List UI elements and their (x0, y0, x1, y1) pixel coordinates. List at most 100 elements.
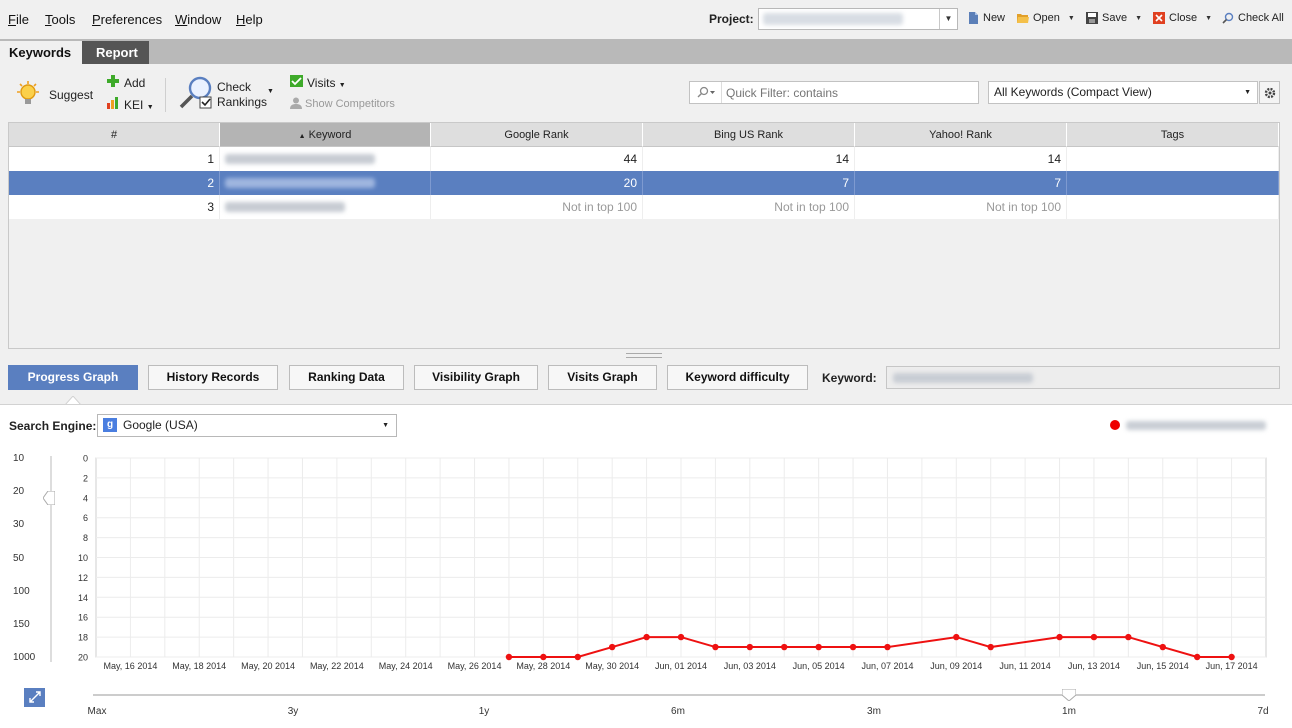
tab-visits-graph[interactable]: Visits Graph (548, 365, 657, 390)
check-label[interactable]: Check (217, 80, 251, 94)
range-label[interactable]: Max (88, 706, 107, 717)
y-tick-label: 8 (83, 533, 88, 543)
x-tick-label: Jun, 09 2014 (930, 661, 982, 671)
x-tick-label: Jun, 07 2014 (861, 661, 913, 671)
x-tick-label: Jun, 15 2014 (1137, 661, 1189, 671)
yahoo-rank-cell: 7 (855, 171, 1067, 195)
project-select[interactable]: ▼ (758, 8, 958, 30)
tab-visibility-graph[interactable]: Visibility Graph (414, 365, 538, 390)
range-label[interactable]: 1y (479, 706, 490, 717)
chevron-down-icon: ▼ (1244, 89, 1251, 96)
project-name-redacted (763, 13, 903, 25)
zoom-scale-label: 10 (13, 453, 25, 464)
gear-icon (1264, 87, 1276, 99)
yahoo-rank-cell: 14 (855, 147, 1067, 171)
table-row[interactable]: 3 Not in top 100 Not in top 100 Not in t… (9, 195, 1279, 219)
range-label[interactable]: 6m (671, 706, 685, 717)
range-label[interactable]: 1m (1062, 706, 1076, 717)
x-tick-label: May, 30 2014 (585, 661, 639, 671)
visits-icon (290, 75, 303, 87)
check-all-button[interactable]: Check All (1222, 12, 1284, 24)
x-tick-label: May, 24 2014 (379, 661, 433, 671)
table-row[interactable]: 1 44 14 14 (9, 147, 1279, 171)
tags-cell (1067, 195, 1279, 219)
x-tick-label: Jun, 11 2014 (999, 661, 1050, 671)
data-point (505, 653, 513, 661)
menu-window[interactable]: Window (175, 12, 221, 27)
google-rank-cell: 20 (431, 171, 643, 195)
keyword-view-select[interactable]: All Keywords (Compact View) ▼ (988, 81, 1258, 104)
y-tick-label: 4 (83, 493, 88, 503)
column-header-number[interactable]: # (9, 123, 220, 147)
range-slider-track[interactable] (93, 694, 1265, 696)
settings-button[interactable] (1259, 81, 1280, 104)
lightbulb-icon (17, 81, 39, 104)
tab-history-records[interactable]: History Records (148, 365, 278, 390)
tab-report[interactable]: Report (82, 41, 149, 64)
data-point (540, 653, 547, 661)
rankings-label[interactable]: Rankings (217, 95, 267, 109)
y-tick-label: 10 (78, 553, 88, 563)
x-tick-label: Jun, 01 2014 (655, 661, 707, 671)
column-header-tags[interactable]: Tags (1067, 123, 1279, 147)
show-competitors-button[interactable]: Show Competitors (305, 98, 395, 110)
table-row-selected[interactable]: 2 20 7 7 (9, 171, 1279, 195)
y-tick-label: 6 (83, 513, 88, 523)
yahoo-rank-cell: Not in top 100 (855, 195, 1067, 219)
panel-splitter-handle[interactable] (626, 353, 662, 358)
save-disk-icon (1086, 12, 1098, 24)
column-header-bing-rank[interactable]: Bing US Rank (643, 123, 855, 147)
column-header-yahoo-rank[interactable]: Yahoo! Rank (855, 123, 1067, 147)
column-header-keyword[interactable]: ▲ Keyword (220, 123, 431, 147)
bing-rank-cell: 7 (643, 171, 855, 195)
magnifier-check-icon (1222, 12, 1234, 24)
suggest-button[interactable]: Suggest (49, 88, 93, 102)
data-point (987, 643, 994, 651)
menu-preferences[interactable]: Preferences (92, 12, 162, 27)
search-engine-select[interactable]: g Google (USA) ▼ (97, 414, 397, 437)
tab-ranking-data[interactable]: Ranking Data (289, 365, 404, 390)
tab-keyword-difficulty[interactable]: Keyword difficulty (667, 365, 808, 390)
close-button[interactable]: Close ▼ (1153, 12, 1212, 24)
menu-bar: File Tools Preferences Window Help Proje… (0, 0, 1292, 39)
tab-progress-graph[interactable]: Progress Graph (8, 365, 138, 390)
range-label[interactable]: 7d (1257, 706, 1268, 717)
filter-search-icon[interactable] (690, 82, 722, 103)
visits-button[interactable]: Visits ▼ (307, 76, 346, 90)
keyword-redacted (893, 373, 1033, 383)
menu-file[interactable]: File (8, 12, 29, 27)
range-label[interactable]: 3m (867, 706, 881, 717)
menu-tools[interactable]: Tools (45, 12, 75, 27)
tab-keywords[interactable]: Keywords (0, 41, 82, 64)
zoom-slider-handle[interactable] (43, 491, 55, 505)
data-point (1159, 643, 1166, 651)
y-tick-label: 14 (78, 593, 88, 603)
tags-cell (1067, 147, 1279, 171)
open-button[interactable]: Open ▼ (1017, 12, 1075, 24)
zoom-scale-label: 30 (13, 519, 25, 530)
kei-button[interactable]: KEI ▼ (124, 98, 154, 112)
range-slider-handle[interactable] (1062, 689, 1076, 701)
y-tick-label: 16 (78, 613, 88, 623)
toolbar-divider (165, 78, 166, 112)
zoom-scale-label: 20 (13, 486, 25, 497)
keyword-redacted (225, 202, 345, 212)
quick-filter[interactable] (689, 81, 979, 104)
column-header-google-rank[interactable]: Google Rank (431, 123, 643, 147)
add-keyword-button[interactable]: Add (124, 76, 145, 90)
data-point (608, 643, 616, 651)
expand-icon (28, 691, 41, 703)
zoom-slider-track[interactable] (50, 456, 52, 662)
zoom-scale-label: 100 (13, 586, 30, 597)
check-rankings-dropdown-icon[interactable]: ▼ (267, 88, 274, 95)
y-tick-label: 2 (83, 473, 88, 483)
new-button[interactable]: New (967, 12, 1005, 24)
chevron-down-icon[interactable]: ▼ (939, 9, 957, 29)
quick-filter-input[interactable] (726, 85, 966, 101)
expand-graph-button[interactable] (24, 688, 45, 707)
save-button[interactable]: Save ▼ (1086, 12, 1142, 24)
menu-help[interactable]: Help (236, 12, 263, 27)
zoom-scale-label: 50 (13, 553, 25, 564)
data-point (712, 643, 719, 651)
range-label[interactable]: 3y (288, 706, 299, 717)
